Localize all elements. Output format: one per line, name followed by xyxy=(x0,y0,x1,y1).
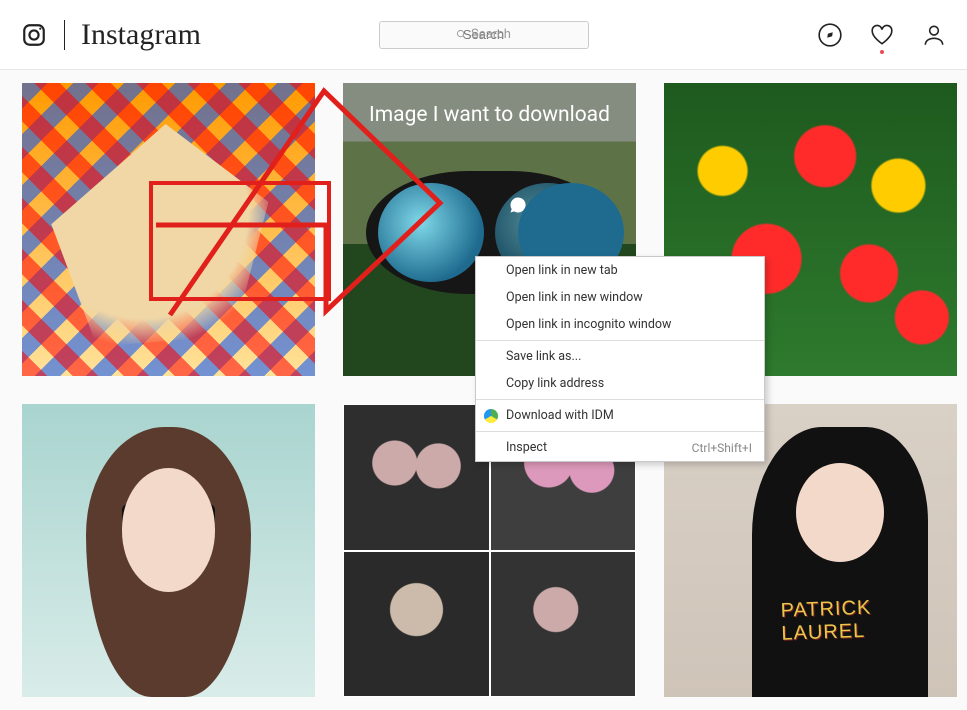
ctx-label: Download with IDM xyxy=(506,408,614,423)
profile-icon[interactable] xyxy=(921,22,947,48)
instagram-camera-icon[interactable] xyxy=(20,21,48,49)
comment-icon xyxy=(508,195,528,215)
ctx-label: Inspect xyxy=(506,440,547,455)
search-container: Search xyxy=(379,21,589,49)
grid-tile-4[interactable] xyxy=(22,404,315,697)
ctx-label: Copy link address xyxy=(506,376,604,391)
ctx-shortcut: Ctrl+Shift+I xyxy=(692,441,752,455)
annotation-caption: Image I want to download xyxy=(353,103,626,127)
logo-divider xyxy=(64,20,65,50)
context-menu: Open link in new tab Open link in new wi… xyxy=(475,256,765,462)
tshirt-text: PATRICK LAUREL xyxy=(780,595,943,647)
comments-count: 1 xyxy=(536,195,546,215)
likes-count: 4 xyxy=(462,195,472,215)
tile-stats: 4 1 xyxy=(353,195,626,215)
instagram-wordmark[interactable]: Instagram xyxy=(81,18,201,52)
ctx-save-link-as[interactable]: Save link as... xyxy=(476,343,764,370)
grid-tile-1[interactable] xyxy=(22,83,315,376)
ctx-label: Open link in new tab xyxy=(506,263,618,278)
ctx-open-new-window[interactable]: Open link in new window xyxy=(476,284,764,311)
ctx-open-incognito[interactable]: Open link in incognito window xyxy=(476,311,764,338)
nav-icons xyxy=(817,22,947,48)
ctx-separator xyxy=(476,340,764,341)
ctx-inspect[interactable]: Inspect Ctrl+Shift+I xyxy=(476,434,764,461)
comments-stat: 1 xyxy=(508,195,546,215)
ctx-label: Open link in new window xyxy=(506,290,643,305)
ctx-open-new-tab[interactable]: Open link in new tab xyxy=(476,257,764,284)
explore-icon[interactable] xyxy=(817,22,843,48)
ctx-separator xyxy=(476,431,764,432)
heart-icon xyxy=(434,195,454,215)
ctx-copy-link-address[interactable]: Copy link address xyxy=(476,370,764,397)
ctx-label: Save link as... xyxy=(506,349,581,364)
ctx-separator xyxy=(476,399,764,400)
ctx-download-idm[interactable]: Download with IDM xyxy=(476,402,764,429)
idm-icon xyxy=(484,409,498,423)
notification-dot xyxy=(880,50,884,54)
likes-stat: 4 xyxy=(434,195,472,215)
ctx-label: Open link in incognito window xyxy=(506,317,671,332)
header-bar: Instagram Search xyxy=(0,0,967,70)
search-input[interactable] xyxy=(379,21,589,49)
activity-heart-icon[interactable] xyxy=(869,22,895,48)
